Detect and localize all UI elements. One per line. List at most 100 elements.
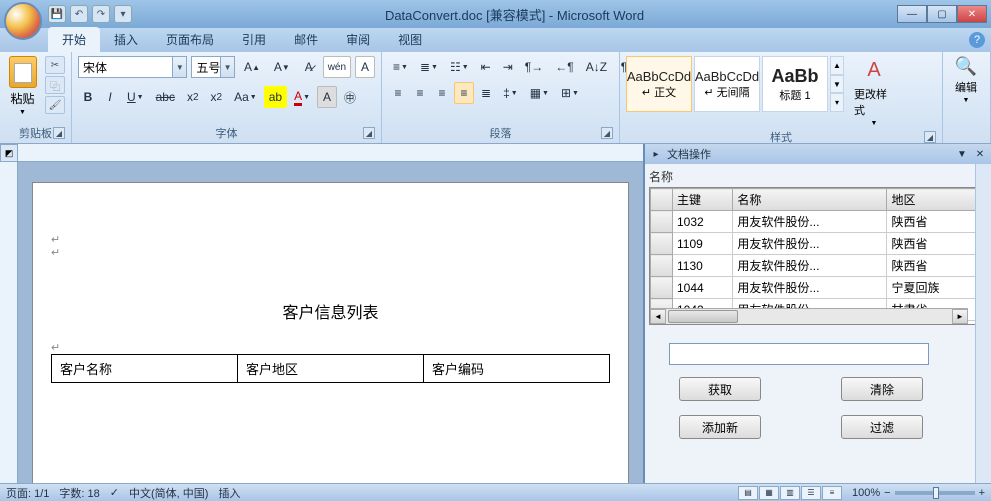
view-draft-icon[interactable]: ≡ bbox=[822, 486, 842, 500]
grid-col-key[interactable]: 主键 bbox=[673, 189, 733, 211]
filter-button[interactable]: 过滤 bbox=[841, 415, 923, 439]
justify-button[interactable]: ≡ bbox=[454, 82, 474, 104]
distribute-button[interactable]: ≣ bbox=[476, 82, 496, 104]
table-header-2[interactable]: 客户地区 bbox=[238, 355, 424, 383]
view-web-icon[interactable]: ▥ bbox=[780, 486, 800, 500]
copy-icon[interactable]: ⿻ bbox=[45, 76, 65, 94]
multilevel-button[interactable]: ☷▼ bbox=[445, 56, 474, 78]
align-right-button[interactable]: ≡ bbox=[432, 82, 452, 104]
change-case-button[interactable]: Aa▼ bbox=[229, 86, 262, 108]
get-button[interactable]: 获取 bbox=[679, 377, 761, 401]
grid-hscrollbar[interactable]: ◄ ► bbox=[650, 308, 968, 324]
shrink-font-icon[interactable]: A▼ bbox=[269, 56, 295, 78]
format-painter-icon[interactable]: 🖌 bbox=[45, 96, 65, 114]
scroll-left-icon[interactable]: ◄ bbox=[650, 309, 666, 324]
undo-icon[interactable]: ↶ bbox=[70, 5, 88, 23]
status-words[interactable]: 字数: 18 bbox=[59, 485, 99, 501]
strike-button[interactable]: abc bbox=[151, 86, 180, 108]
char-shading-icon[interactable]: A bbox=[317, 86, 337, 108]
styles-launcher[interactable]: ◢ bbox=[924, 131, 936, 143]
enclose-char-icon[interactable]: ㊥ bbox=[339, 86, 361, 108]
align-left-button[interactable]: ≡ bbox=[388, 82, 408, 104]
style-nospace[interactable]: AaBbCcDd ↵ 无间隔 bbox=[694, 56, 760, 112]
cut-icon[interactable]: ✂ bbox=[45, 56, 65, 74]
table-header-3[interactable]: 客户编码 bbox=[424, 355, 610, 383]
underline-button[interactable]: U▼ bbox=[122, 86, 149, 108]
style-heading1[interactable]: AaBb 标题 1 bbox=[762, 56, 828, 112]
tab-references[interactable]: 引用 bbox=[228, 27, 280, 52]
pane-close-icon[interactable]: ✕ bbox=[973, 147, 987, 161]
grid-col-rowheader[interactable] bbox=[651, 189, 673, 211]
tab-pagelayout[interactable]: 页面布局 bbox=[152, 27, 228, 52]
zoom-in-icon[interactable]: + bbox=[979, 487, 985, 499]
scroll-thumb[interactable] bbox=[668, 310, 738, 323]
style-more-icon[interactable]: ▾ bbox=[830, 93, 844, 112]
font-size-combo[interactable]: 五号▼ bbox=[191, 56, 235, 78]
font-color-button[interactable]: A▼ bbox=[289, 86, 315, 108]
italic-button[interactable]: I bbox=[100, 86, 120, 108]
zoom-slider[interactable] bbox=[895, 491, 975, 495]
style-down-icon[interactable]: ▼ bbox=[830, 75, 844, 94]
paper[interactable]: ↵ ↵ 客户信息列表 ↵ 客户名称 客户地区 客户编码 bbox=[32, 182, 629, 483]
status-lang[interactable]: 中文(简体, 中国) bbox=[129, 485, 208, 501]
highlight-button[interactable]: ab bbox=[264, 86, 287, 108]
tab-mailings[interactable]: 邮件 bbox=[280, 27, 332, 52]
pane-vscrollbar[interactable] bbox=[975, 164, 991, 483]
sort-button[interactable]: A↓Z bbox=[581, 56, 612, 78]
bullets-button[interactable]: ≡▼ bbox=[388, 56, 413, 78]
status-mode[interactable]: 插入 bbox=[218, 485, 240, 501]
change-styles-button[interactable]: A 更改样式 ▼ bbox=[854, 56, 894, 127]
bold-button[interactable]: B bbox=[78, 86, 98, 108]
clipboard-launcher[interactable]: ◢ bbox=[53, 127, 65, 139]
style-up-icon[interactable]: ▲ bbox=[830, 56, 844, 75]
add-button[interactable]: 添加新 bbox=[679, 415, 761, 439]
qat-more-icon[interactable]: ▾ bbox=[114, 5, 132, 23]
numbering-button[interactable]: ≣▼ bbox=[415, 56, 443, 78]
help-icon[interactable]: ? bbox=[969, 32, 985, 48]
save-icon[interactable]: 💾 bbox=[48, 5, 66, 23]
indent-left-button[interactable]: ⇤ bbox=[476, 56, 496, 78]
view-outline-icon[interactable]: ☰ bbox=[801, 486, 821, 500]
char-border-icon[interactable]: A bbox=[355, 56, 375, 78]
horizontal-ruler[interactable] bbox=[18, 144, 643, 162]
maximize-button[interactable]: ▢ bbox=[927, 5, 957, 23]
pane-menu-icon[interactable]: ▸ bbox=[649, 147, 663, 161]
view-print-icon[interactable]: ▤ bbox=[738, 486, 758, 500]
ltr-button[interactable]: ¶→ bbox=[520, 56, 548, 78]
borders-button[interactable]: ⊞▼ bbox=[556, 82, 584, 104]
find-icon[interactable]: 🔍 bbox=[955, 56, 977, 77]
font-launcher[interactable]: ◢ bbox=[363, 127, 375, 139]
font-name-combo[interactable]: 宋体▼ bbox=[78, 56, 187, 78]
table-header-1[interactable]: 客户名称 bbox=[52, 355, 238, 383]
grid-col-region[interactable]: 地区 bbox=[887, 189, 984, 211]
scroll-right-icon[interactable]: ► bbox=[952, 309, 968, 324]
view-fullscreen-icon[interactable]: ▦ bbox=[759, 486, 779, 500]
status-page[interactable]: 页面: 1/1 bbox=[6, 485, 49, 501]
status-proof-icon[interactable]: ✓ bbox=[110, 486, 119, 499]
office-button[interactable] bbox=[4, 2, 42, 40]
phonetic-icon[interactable]: wén bbox=[323, 56, 351, 78]
document-table[interactable]: 客户名称 客户地区 客户编码 bbox=[51, 354, 610, 383]
grow-font-icon[interactable]: A▲ bbox=[239, 56, 265, 78]
superscript-button[interactable]: x2 bbox=[206, 86, 228, 108]
grid-col-name[interactable]: 名称 bbox=[733, 189, 887, 211]
vertical-ruler[interactable] bbox=[0, 162, 18, 483]
align-center-button[interactable]: ≡ bbox=[410, 82, 430, 104]
line-spacing-button[interactable]: ‡▼ bbox=[498, 82, 523, 104]
zoom-out-icon[interactable]: − bbox=[884, 487, 890, 499]
rtl-button[interactable]: ←¶ bbox=[550, 56, 578, 78]
minimize-button[interactable]: — bbox=[897, 5, 927, 23]
pane-dropdown-icon[interactable]: ▼ bbox=[955, 147, 969, 161]
clear-format-icon[interactable]: A̷ bbox=[299, 56, 319, 78]
style-normal[interactable]: AaBbCcDd ↵ 正文 bbox=[626, 56, 692, 112]
filter-input[interactable] bbox=[669, 343, 929, 365]
redo-icon[interactable]: ↷ bbox=[92, 5, 110, 23]
data-grid[interactable]: 主键 名称 地区 1032用友软件股份...陕西省 1109用友软件股份...陕… bbox=[649, 187, 985, 325]
indent-right-button[interactable]: ⇥ bbox=[498, 56, 518, 78]
subscript-button[interactable]: x2 bbox=[182, 86, 204, 108]
zoom-level[interactable]: 100% bbox=[852, 487, 880, 499]
paste-button[interactable]: 粘贴 ▼ bbox=[6, 56, 39, 116]
close-button[interactable]: ✕ bbox=[957, 5, 987, 23]
clear-button[interactable]: 清除 bbox=[841, 377, 923, 401]
tab-home[interactable]: 开始 bbox=[48, 27, 100, 52]
